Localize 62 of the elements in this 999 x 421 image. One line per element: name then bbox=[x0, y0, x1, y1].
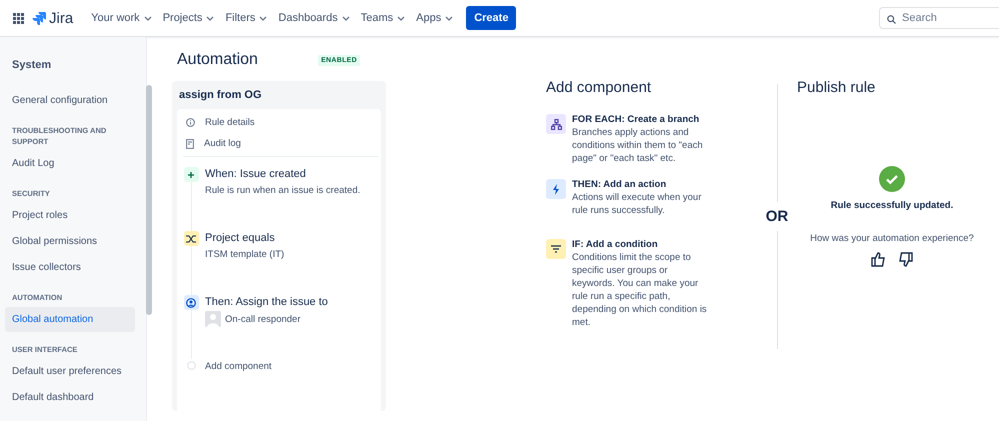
shuffle-icon bbox=[184, 231, 198, 246]
circle-icon bbox=[186, 361, 196, 370]
user-icon bbox=[184, 295, 198, 310]
app-grid-icon[interactable] bbox=[13, 12, 24, 24]
step-detail: ITSM template (IT) bbox=[205, 249, 284, 260]
nav-menu[interactable]: Dashboards bbox=[274, 8, 354, 28]
plus-icon bbox=[184, 167, 198, 182]
chevron-down-icon bbox=[397, 16, 406, 20]
hierarchy-icon bbox=[546, 114, 566, 134]
option-description: Actions will execute when your rule runs successfully. bbox=[572, 191, 702, 217]
thumbs-down-icon[interactable] bbox=[898, 252, 913, 267]
chevron-down-icon bbox=[144, 16, 152, 20]
add-component-link[interactable]: Add component bbox=[205, 361, 272, 372]
option-description: Conditions limit the scope to specific user groups or keywords. You can make your rule run a specific path, depending on which condition is met. bbox=[572, 251, 708, 329]
sidebar-item[interactable]: Issue collectors bbox=[5, 255, 135, 280]
success-check-icon bbox=[879, 166, 905, 192]
sidebar-item[interactable]: Global permissions bbox=[5, 229, 135, 254]
nav-menu[interactable]: Apps bbox=[412, 8, 458, 28]
search-field[interactable]: Search bbox=[879, 7, 999, 29]
lightning-icon bbox=[546, 179, 566, 199]
sidebar-item[interactable]: Global automation bbox=[5, 307, 135, 332]
step-title[interactable]: Then: Assign the issue to bbox=[205, 296, 328, 308]
product-name: Jira bbox=[49, 10, 74, 26]
success-message: Rule successfully updated. bbox=[830, 200, 954, 211]
rule-name: assign from OG bbox=[179, 89, 263, 101]
page-title: Automation bbox=[177, 51, 258, 69]
step-detail: Rule is run when an issue is created. bbox=[205, 185, 360, 196]
section-title: Publish rule bbox=[797, 79, 876, 96]
sidebar-item[interactable]: Project roles bbox=[5, 203, 135, 228]
nav-menu[interactable]: Your work bbox=[87, 8, 156, 28]
chevron-down-icon bbox=[342, 16, 350, 20]
nav-menu[interactable]: Filters bbox=[221, 8, 272, 28]
option-title[interactable]: THEN: Add an action bbox=[572, 179, 712, 190]
nav-menu[interactable]: Projects bbox=[158, 8, 218, 28]
chevron-down-icon bbox=[445, 16, 454, 20]
scrollbar[interactable] bbox=[146, 85, 152, 315]
filter-icon bbox=[546, 239, 566, 259]
section-title: Add component bbox=[546, 79, 652, 96]
document-icon bbox=[186, 138, 194, 148]
logo-icon[interactable] bbox=[32, 11, 46, 25]
rule-link[interactable]: Audit log bbox=[204, 138, 241, 149]
sidebar-title: System bbox=[11, 59, 52, 71]
sidebar-item[interactable]: Audit Log bbox=[5, 151, 135, 176]
nav-menu[interactable]: Teams bbox=[356, 8, 410, 28]
option-title[interactable]: FOR EACH: Create a branch bbox=[572, 114, 712, 125]
option-description: Branches apply actions and conditions within them to "each page" or "each task" etc. bbox=[572, 126, 704, 165]
option-title[interactable]: IF: Add a condition bbox=[572, 239, 712, 250]
thumbs-up-icon[interactable] bbox=[871, 252, 886, 267]
sidebar-item[interactable]: Default user preferences bbox=[5, 359, 135, 384]
feedback-question: How was your automation experience? bbox=[810, 233, 974, 244]
rule-link[interactable]: Rule details bbox=[205, 117, 255, 128]
info-icon bbox=[186, 118, 195, 127]
sidebar-item[interactable]: General configuration bbox=[5, 88, 135, 113]
sidebar-item[interactable]: Default dashboard bbox=[5, 385, 135, 410]
create-button[interactable]: Create bbox=[466, 6, 516, 30]
step-title[interactable]: When: Issue created bbox=[205, 168, 360, 180]
assignee-name: On-call responder bbox=[225, 314, 301, 324]
step-title[interactable]: Project equals bbox=[205, 232, 284, 244]
or-separator: OR bbox=[766, 208, 788, 225]
chevron-down-icon bbox=[259, 16, 268, 20]
avatar-icon bbox=[205, 311, 221, 327]
chevron-down-icon bbox=[206, 16, 214, 20]
